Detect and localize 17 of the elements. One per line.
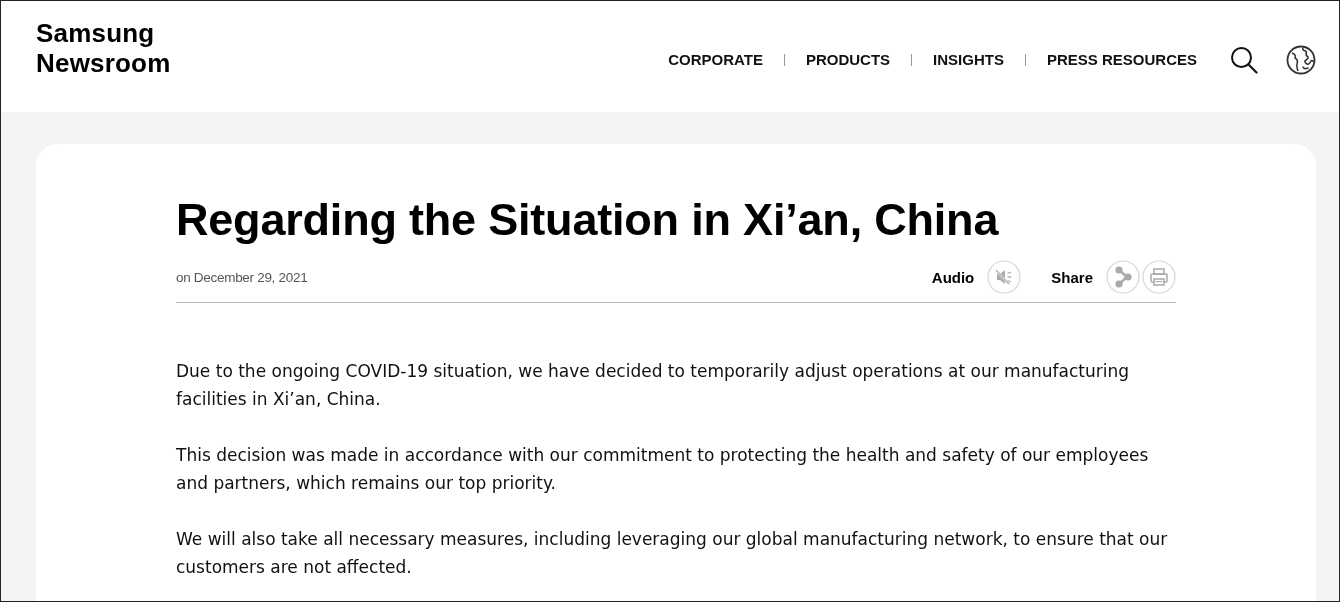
article-date: on December 29, 2021 <box>176 269 308 285</box>
article-paragraph: We will also take all necessary measures, including leveraging our global manufacturing network, to ensure that our customers are not affected. <box>176 528 1169 579</box>
nav-link[interactable]: CORPORATE <box>668 51 763 68</box>
nav-link[interactable]: INSIGHTS <box>933 51 1004 68</box>
nav-link[interactable]: PRODUCTS <box>805 51 891 68</box>
globe-icon[interactable] <box>1286 44 1316 75</box>
audio-label: Audio <box>931 268 975 286</box>
search-icon[interactable] <box>1230 45 1258 74</box>
print-icon[interactable] <box>1142 260 1176 294</box>
muted-speaker-icon[interactable] <box>987 260 1022 294</box>
newsroom-logo[interactable]: Samsung Newsroom <box>36 17 171 78</box>
share-icon[interactable] <box>1106 260 1140 294</box>
article-paragraph: This decision was made in accordance with our commitment to protecting the health and safety of our employees and partners, which remains our top priority. <box>176 444 1150 495</box>
article-paragraph: Due to the ongoing COVID-19 situation, we have decided to temporarily adjust operations at our manufacturing facilities in Xi’an, China. <box>176 360 1131 411</box>
article-title: Regarding the Situation in Xi’an, China <box>176 194 1000 246</box>
share-label: Share <box>1051 268 1093 286</box>
nav-link[interactable]: PRESS RESOURCES <box>1046 51 1197 68</box>
